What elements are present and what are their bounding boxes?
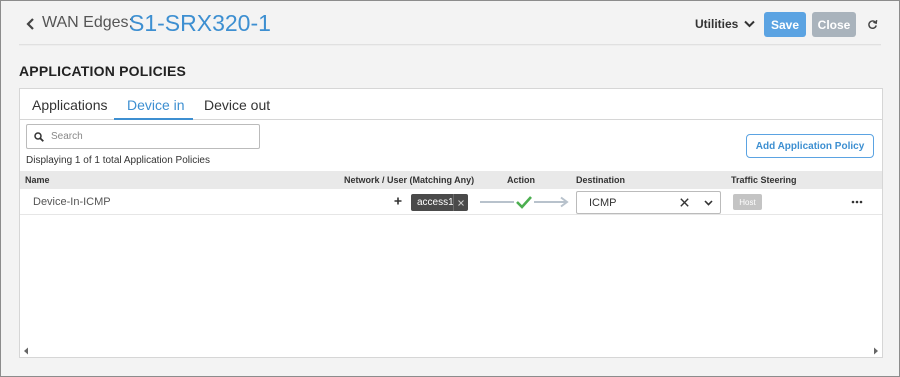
search-box[interactable] — [26, 124, 260, 149]
destination-select[interactable]: ICMP — [576, 191, 721, 214]
tab-bar: Applications Device in Device out — [20, 89, 882, 120]
chevron-down-icon[interactable] — [704, 200, 713, 206]
tab-applications[interactable]: Applications — [32, 97, 108, 113]
traffic-steering-badge[interactable]: Host — [733, 194, 762, 210]
column-header-traffic-steering[interactable]: Traffic Steering — [731, 175, 797, 185]
column-header-destination[interactable]: Destination — [576, 175, 625, 185]
policy-name[interactable]: Device-In-ICMP — [33, 196, 111, 208]
page-title: S1-SRX320-1 — [129, 10, 271, 36]
tab-device-out[interactable]: Device out — [204, 97, 270, 113]
utilities-label: Utilities — [695, 17, 739, 31]
remove-chip-button[interactable] — [453, 194, 468, 211]
action-allow-arrow[interactable] — [478, 193, 570, 211]
column-header-name[interactable]: Name — [25, 175, 50, 185]
breadcrumb[interactable]: WAN Edges: — [42, 14, 133, 32]
page-header: WAN Edges: S1-SRX320-1 Utilities Save Cl… — [1, 1, 899, 47]
header-divider — [19, 44, 881, 46]
destination-value: ICMP — [589, 197, 617, 209]
chevron-down-icon — [744, 20, 756, 28]
more-icon[interactable] — [851, 200, 863, 204]
search-input[interactable] — [51, 128, 251, 145]
plus-icon[interactable] — [394, 197, 402, 205]
column-header-action[interactable]: Action — [507, 175, 535, 185]
utilities-menu[interactable]: Utilities — [695, 17, 756, 31]
horizontal-scrollbar[interactable] — [20, 345, 882, 357]
scroll-left-icon[interactable] — [23, 347, 29, 355]
section-title: APPLICATION POLICIES — [19, 63, 187, 79]
table-row[interactable]: Device-In-ICMP access1 ICMP Host — [20, 189, 882, 215]
close-button[interactable]: Close — [812, 12, 856, 37]
chevron-left-icon[interactable] — [25, 17, 37, 31]
policies-panel: Applications Device in Device out Displa… — [19, 88, 883, 358]
column-header-network[interactable]: Network / User (Matching Any) — [344, 175, 474, 185]
refresh-icon[interactable] — [867, 19, 878, 30]
save-button[interactable]: Save — [764, 12, 806, 37]
scroll-right-icon[interactable] — [873, 347, 879, 355]
tab-device-in[interactable]: Device in — [127, 97, 185, 113]
close-icon — [458, 199, 464, 206]
clear-icon[interactable] — [680, 198, 689, 207]
check-icon — [516, 196, 532, 209]
results-summary: Displaying 1 of 1 total Application Poli… — [26, 155, 210, 166]
add-application-policy-button[interactable]: Add Application Policy — [746, 134, 874, 158]
table-header: Name Network / User (Matching Any) Actio… — [20, 171, 882, 189]
network-chip: access1 — [411, 194, 468, 211]
network-chip-label: access1 — [417, 197, 454, 208]
active-tab-indicator — [114, 118, 193, 120]
search-icon — [34, 132, 44, 142]
